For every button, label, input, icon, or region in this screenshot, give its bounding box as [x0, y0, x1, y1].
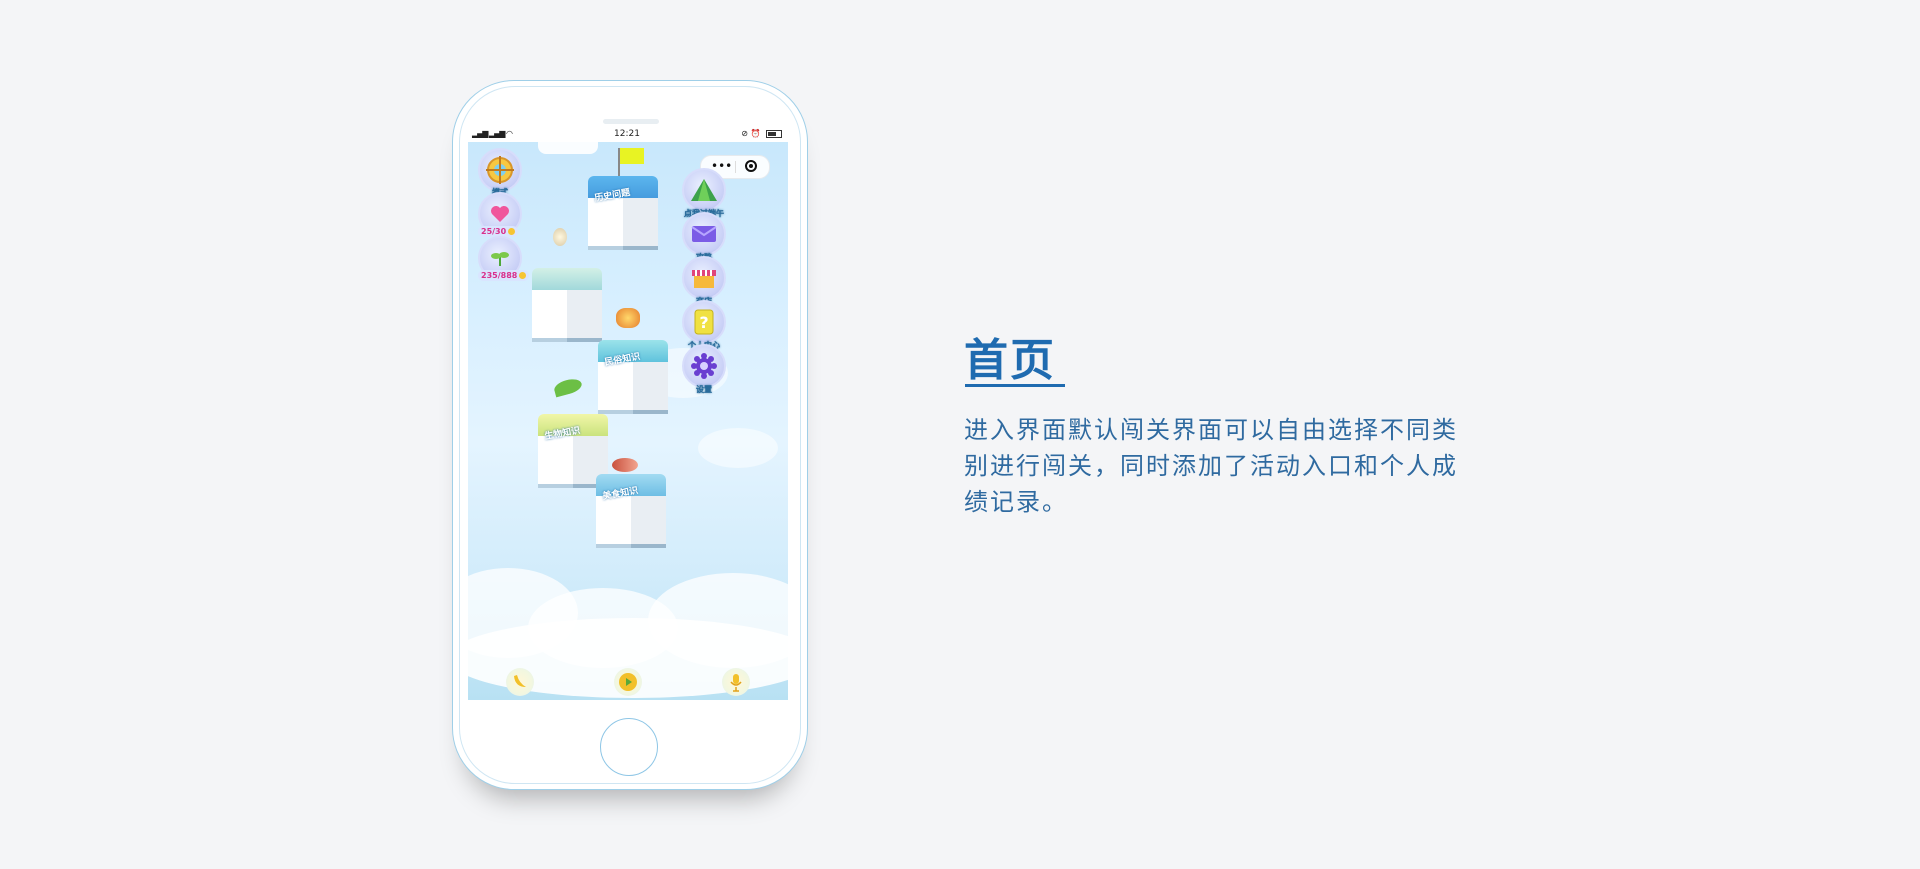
microphone-icon — [730, 674, 742, 692]
level-side — [532, 290, 567, 342]
heart-icon — [491, 206, 509, 222]
envelope-icon — [691, 226, 717, 242]
level-side — [631, 496, 666, 548]
level-side — [596, 496, 631, 548]
shop-icon — [692, 270, 716, 288]
leaf-icon — [552, 376, 584, 398]
level-side — [588, 198, 623, 250]
banana-icon — [514, 675, 526, 687]
sprout-counter: 235/888 — [478, 270, 530, 281]
target-icon — [486, 156, 514, 184]
status-bar: ▂▄▆ ▂▄▆ ◠ 12:21 ⊘ ⏰ — [468, 128, 788, 142]
zongzi-icon — [691, 179, 717, 201]
battery-icon — [766, 129, 782, 138]
phone-speaker — [603, 119, 659, 124]
title-underline — [965, 384, 1065, 387]
question-icon: ? — [694, 309, 714, 335]
level-side — [598, 362, 633, 414]
settings-button[interactable] — [682, 344, 726, 388]
level-box-peek[interactable] — [538, 142, 598, 154]
play-button[interactable] — [614, 668, 642, 696]
svg-text:?: ? — [699, 313, 708, 332]
cloud-decoration — [698, 428, 778, 468]
page-title: 首页 — [964, 335, 1056, 386]
level-side — [633, 362, 668, 414]
settings-label: 设置 — [696, 385, 712, 394]
level-side — [623, 198, 658, 250]
mode-button[interactable] — [478, 148, 522, 192]
shop-button[interactable] — [682, 256, 726, 300]
gear-icon — [691, 353, 717, 379]
level-side — [538, 436, 573, 488]
ornament-icon — [553, 228, 567, 246]
microphone-button[interactable] — [722, 668, 750, 696]
meat-icon — [612, 458, 638, 472]
guide-button[interactable] — [682, 212, 726, 256]
sprout-value: 235/888 — [481, 271, 518, 280]
profile-button[interactable]: ? — [682, 300, 726, 344]
signal-icon: ▂▄▆ ▂▄▆ ◠ — [472, 129, 513, 138]
page-description: 进入界面默认闯关界面可以自由选择不同类别进行闯关，同时添加了活动入口和个人成绩记… — [964, 416, 1458, 516]
lives-value: 25/30 — [481, 227, 507, 236]
dragon-boat-event-button[interactable] — [682, 168, 726, 212]
status-icons: ⊘ ⏰ — [741, 129, 782, 138]
gem-icon — [616, 308, 640, 328]
capsule-divider — [735, 161, 736, 173]
flag-cloth — [620, 148, 644, 164]
coin-icon — [508, 228, 516, 235]
coin-icon — [519, 272, 527, 279]
game-screen: ▂▄▆ ▂▄▆ ◠ 12:21 ⊘ ⏰ ••• 模式 25/30 23 — [468, 128, 788, 700]
play-icon — [619, 673, 637, 691]
sprout-icon — [491, 252, 509, 266]
level-side — [567, 290, 602, 342]
banana-button[interactable] — [506, 668, 534, 696]
home-button[interactable] — [600, 718, 658, 776]
status-time: 12:21 — [614, 129, 640, 139]
close-target-icon[interactable] — [745, 160, 757, 172]
